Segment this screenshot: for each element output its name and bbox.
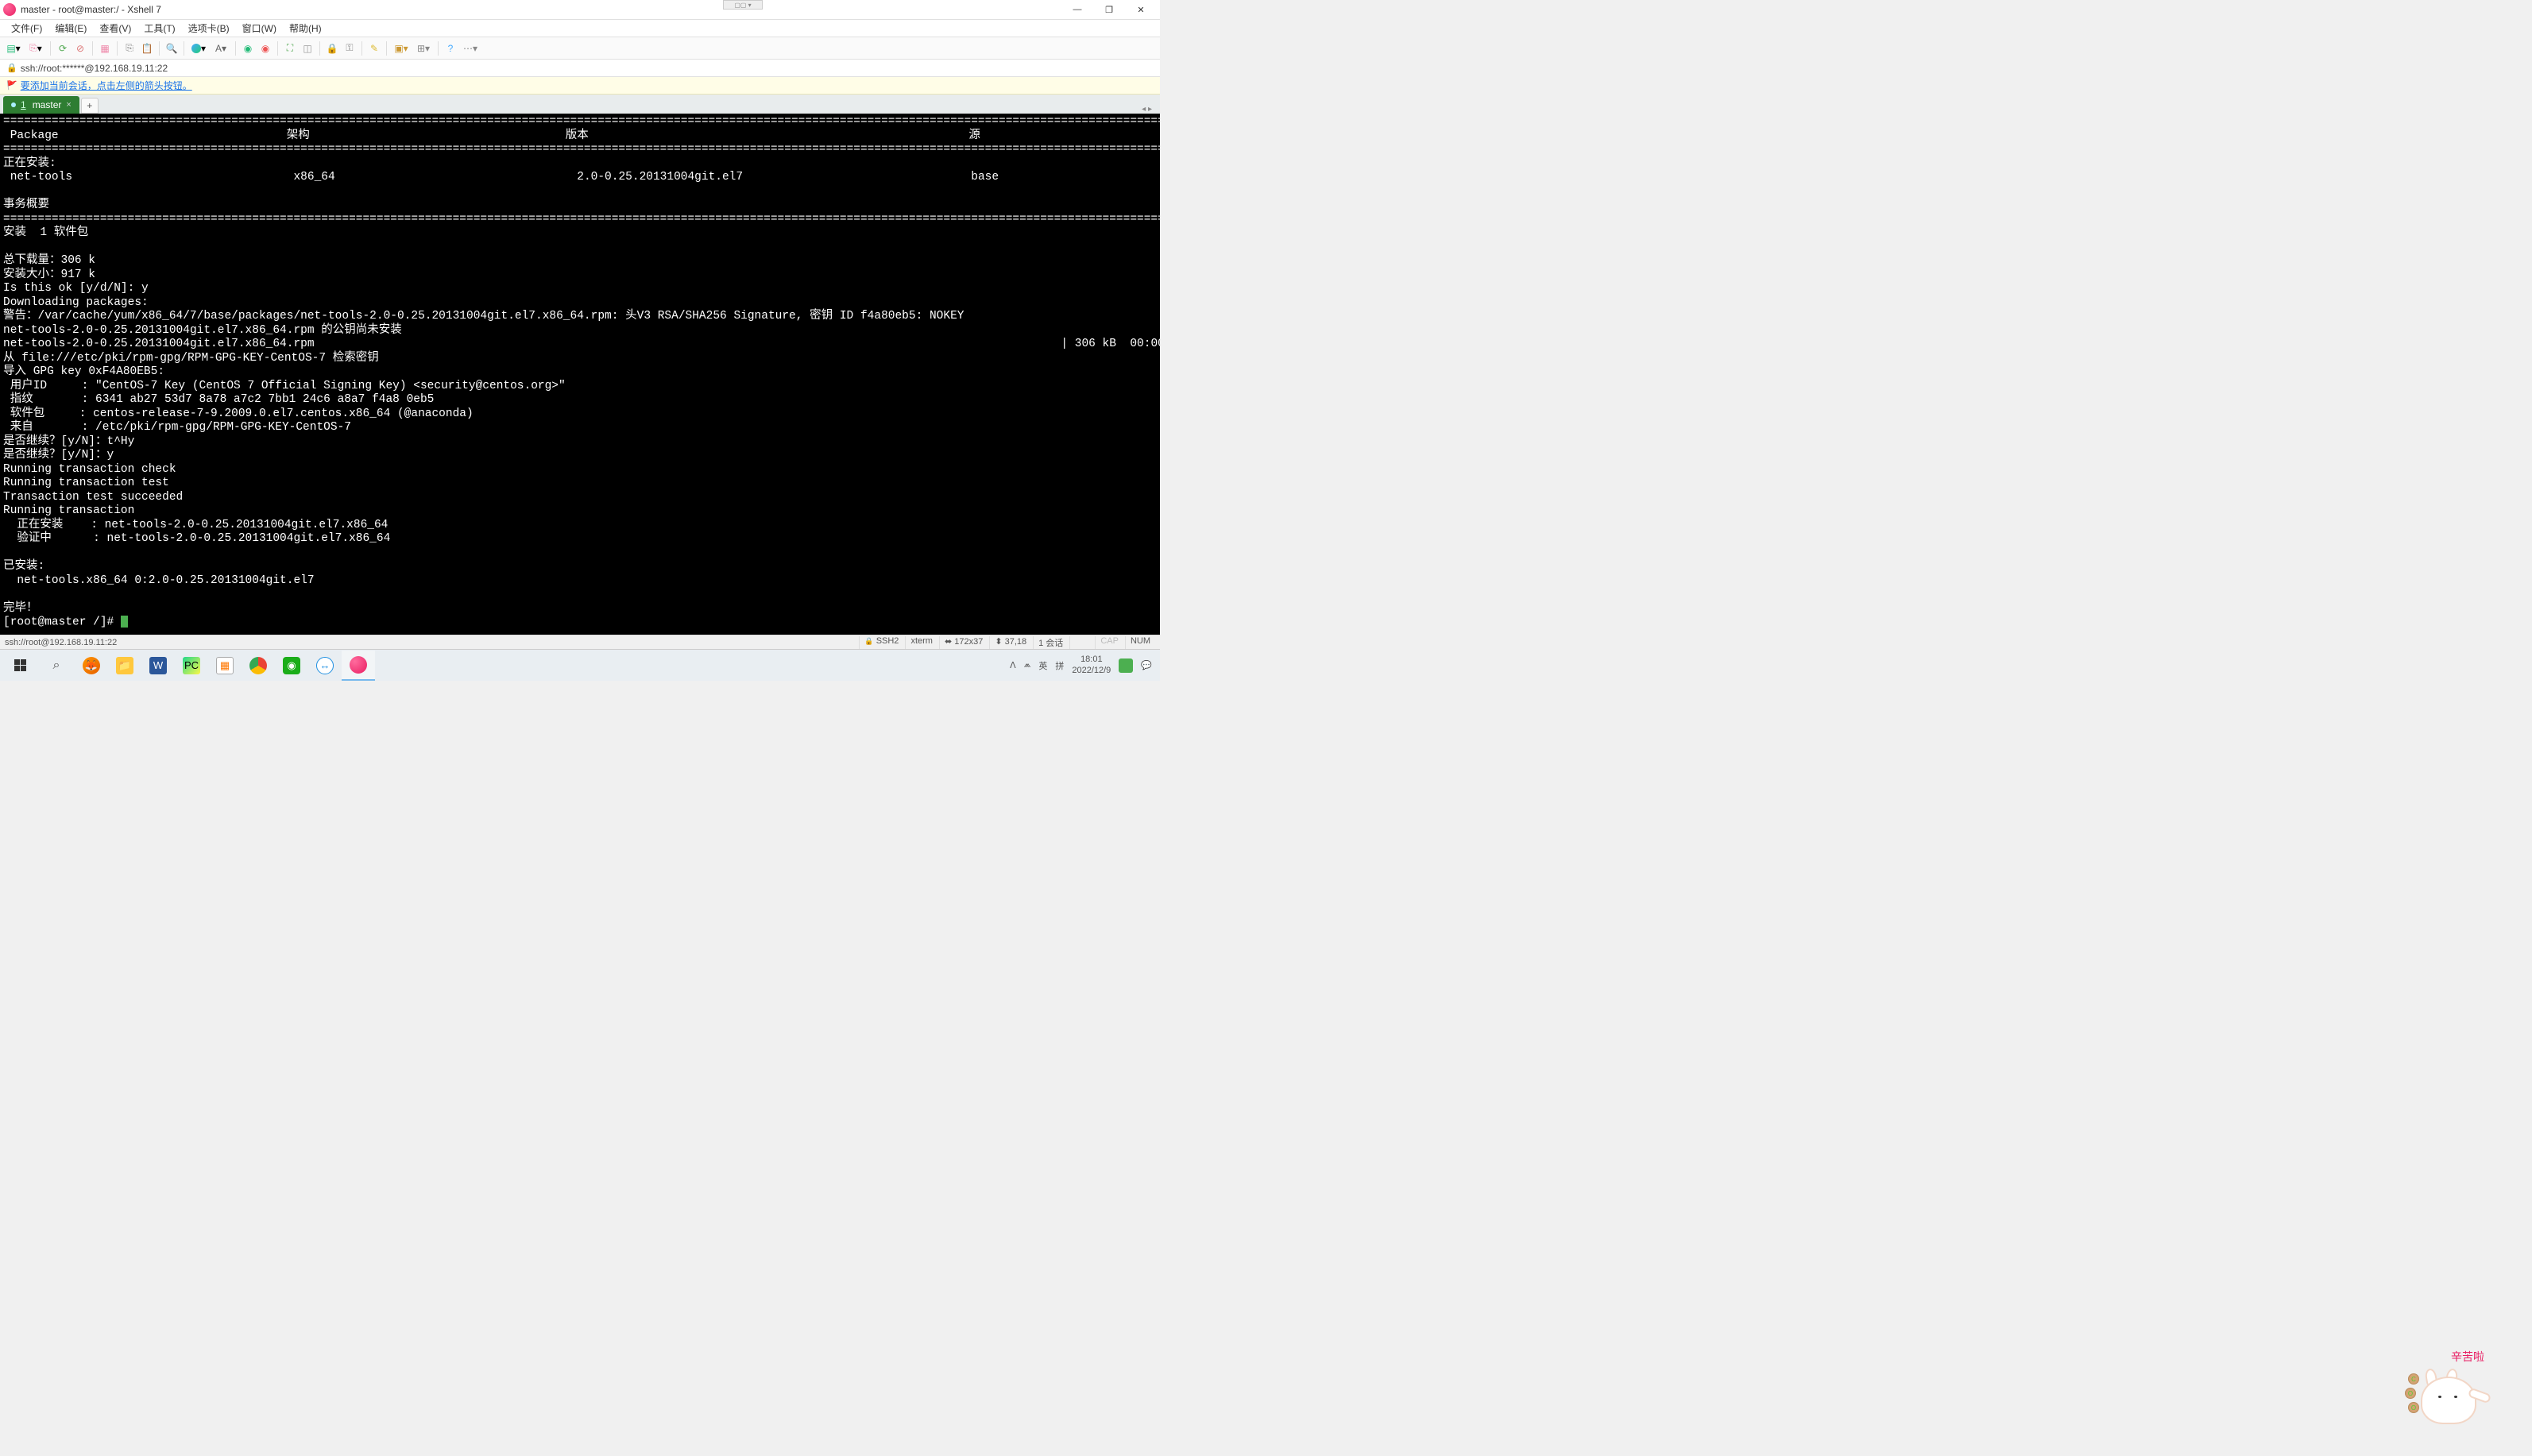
separator — [277, 41, 278, 56]
taskbar-xshell[interactable] — [342, 651, 375, 681]
taskbar-wechat[interactable]: ◉ — [275, 651, 308, 681]
system-tray: ᐱ ⩕ 英 拼 18:01 2022/12/9 💬 — [1003, 655, 1158, 675]
status-bar: ssh://root@192.168.19.11:22 🔒 SSH2 xterm… — [0, 635, 1160, 649]
tab-scroll-icon[interactable]: ◂ ▸ — [1137, 105, 1157, 114]
taskbar: ⌕ 🦊 📁 W PC ▦ ◉ ↔ ᐱ ⩕ 英 拼 18:01 2022/12/9… — [0, 649, 1160, 681]
taskbar-word[interactable]: W — [141, 651, 175, 681]
flag-icon: 🚩 — [6, 80, 17, 91]
status-connection: ssh://root@192.168.19.11:22 — [5, 638, 859, 647]
status-pos: ⬍ 37,18 — [989, 636, 1031, 649]
status-spacer — [1069, 636, 1093, 649]
menu-window[interactable]: 窗口(W) — [236, 20, 283, 37]
separator — [361, 41, 362, 56]
tab-label: master — [33, 99, 62, 110]
separator — [319, 41, 320, 56]
search-button[interactable]: ⌕ — [38, 651, 75, 681]
address-bar: 🔒 ssh://root:******@192.168.19.11:22 — [0, 60, 1160, 77]
address-text[interactable]: ssh://root:******@192.168.19.11:22 — [21, 63, 168, 74]
menu-bar: 文件(F) 编辑(E) 查看(V) 工具(T) 选项卡(B) 窗口(W) 帮助(… — [0, 20, 1160, 37]
status-num: NUM — [1125, 636, 1155, 649]
menu-tools[interactable]: 工具(T) — [137, 20, 181, 37]
watermark-icon: ▢▢ ▾ — [723, 0, 763, 10]
fullscreen-button[interactable]: ⛶ — [282, 41, 298, 56]
key-button[interactable]: ⚿ — [342, 41, 358, 56]
close-button[interactable]: ✕ — [1125, 0, 1157, 20]
more-button[interactable]: ⋯▾ — [460, 41, 481, 56]
minimize-button[interactable]: — — [1061, 0, 1093, 20]
tray-ime-lang[interactable]: 英 — [1038, 659, 1047, 672]
app-icon — [3, 3, 16, 16]
taskbar-chrome[interactable] — [242, 651, 275, 681]
status-size: ⬌ 172x37 — [939, 636, 988, 649]
tray-desktop-app-icon[interactable] — [1119, 658, 1133, 673]
separator — [386, 41, 387, 56]
xftp-button[interactable]: ◉ — [257, 41, 273, 56]
title-bar: master - root@master:/ - Xshell 7 ▢▢ ▾ —… — [0, 0, 1160, 20]
tabs-bar: 1 master × + ◂ ▸ — [0, 95, 1160, 114]
status-term: xterm — [905, 636, 937, 649]
script-button[interactable]: ▣▾ — [391, 41, 412, 56]
taskbar-teamviewer[interactable]: ↔ — [308, 651, 342, 681]
separator — [235, 41, 236, 56]
taskbar-pycharm[interactable]: PC — [175, 651, 208, 681]
new-tab-button[interactable]: + — [81, 98, 99, 114]
reconnect-button[interactable]: ⟳ — [55, 41, 71, 56]
lock-button[interactable]: 🔒 — [324, 41, 340, 56]
taskbar-firefox[interactable]: 🦊 — [75, 651, 108, 681]
paste-button[interactable]: 📋 — [139, 41, 155, 56]
separator — [438, 41, 439, 56]
window-title: master - root@master:/ - Xshell 7 — [21, 4, 1061, 15]
window-controls: — ❐ ✕ — [1061, 0, 1157, 20]
start-button[interactable] — [2, 651, 38, 681]
toolbar: ▤▾ ⎘▾ ⟳ ⊘ ▦ ⎘ 📋 🔍 ▾ A▾ ◉ ◉ ⛶ ◫ 🔒 ⚿ ✎ ▣▾ … — [0, 37, 1160, 60]
transparent-button[interactable]: ◫ — [300, 41, 315, 56]
encoding-button[interactable]: ⊞▾ — [413, 41, 434, 56]
font-button[interactable]: A▾ — [211, 41, 231, 56]
taskbar-vmware[interactable]: ▦ — [208, 651, 242, 681]
status-cap: CAP — [1095, 636, 1123, 649]
status-ssh: 🔒 SSH2 — [859, 636, 903, 649]
mascot-widget: 辛苦啦 C O O — [2405, 1349, 2492, 1424]
menu-tabs[interactable]: 选项卡(B) — [182, 20, 236, 37]
tray-ime-mode[interactable]: 拼 — [1055, 659, 1064, 672]
new-session-button[interactable]: ▤▾ — [3, 41, 24, 56]
tray-chevron-icon[interactable]: ᐱ — [1010, 660, 1016, 670]
terminal-output[interactable]: ========================================… — [0, 114, 1160, 635]
tab-number: 1 — [21, 99, 26, 110]
tab-status-icon — [11, 102, 16, 107]
menu-file[interactable]: 文件(F) — [5, 20, 48, 37]
separator — [117, 41, 118, 56]
terminal-cursor-icon — [121, 616, 128, 628]
menu-view[interactable]: 查看(V) — [93, 20, 137, 37]
hint-text: 要添加当前会话，点击左侧的箭头按钮。 — [21, 79, 192, 92]
hint-bar: 🚩 要添加当前会话，点击左侧的箭头按钮。 — [0, 77, 1160, 95]
mascot-bubble: 辛苦啦 — [2451, 1349, 2484, 1365]
copy-button[interactable]: ⎘ — [122, 41, 137, 56]
terminal-prompt: [root@master /]# — [3, 616, 121, 628]
separator — [50, 41, 51, 56]
taskbar-explorer[interactable]: 📁 — [108, 651, 141, 681]
status-session: 1 会话 — [1033, 636, 1068, 649]
lock-icon: 🔒 — [864, 637, 873, 645]
tab-close-icon[interactable]: × — [66, 100, 71, 110]
lock-icon: 🔒 — [6, 63, 17, 73]
properties-button[interactable]: ▦ — [97, 41, 113, 56]
find-button[interactable]: 🔍 — [164, 41, 180, 56]
separator — [92, 41, 93, 56]
highlight-button[interactable]: ✎ — [366, 41, 382, 56]
tray-wifi-icon[interactable]: ⩕ — [1024, 660, 1031, 670]
open-button[interactable]: ⎘▾ — [25, 41, 46, 56]
menu-edit[interactable]: 编辑(E) — [48, 20, 93, 37]
help-button[interactable]: ? — [443, 41, 458, 56]
session-tab[interactable]: 1 master × — [3, 96, 79, 114]
maximize-button[interactable]: ❐ — [1093, 0, 1125, 20]
xagent-button[interactable]: ◉ — [240, 41, 256, 56]
tray-clock[interactable]: 18:01 2022/12/9 — [1072, 655, 1111, 675]
disconnect-button[interactable]: ⊘ — [72, 41, 88, 56]
tray-notification-icon[interactable]: 💬 — [1141, 660, 1152, 670]
menu-help[interactable]: 帮助(H) — [283, 20, 328, 37]
color-scheme-button[interactable]: ▾ — [188, 41, 209, 56]
separator — [159, 41, 160, 56]
